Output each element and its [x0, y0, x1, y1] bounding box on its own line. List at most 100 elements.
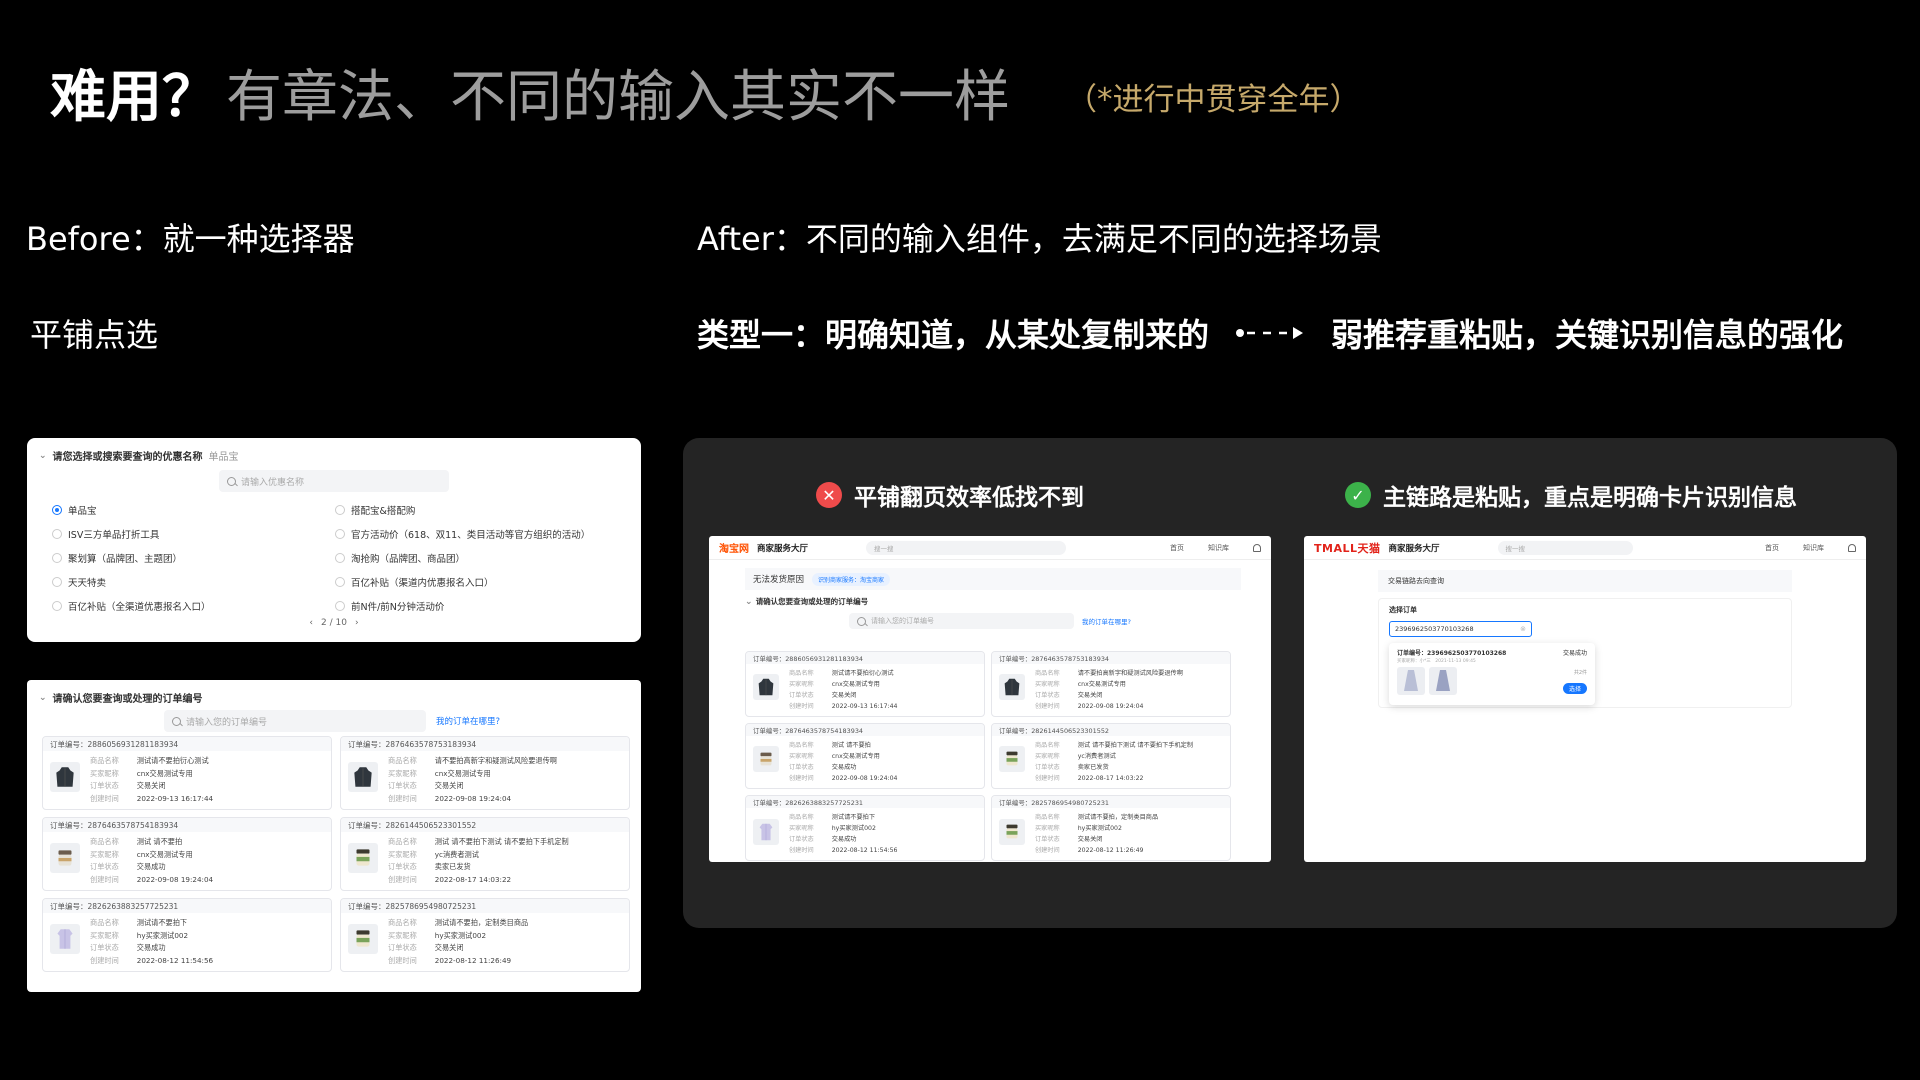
taobao-scene-tag: 识别商家服务：淘宝商家	[812, 572, 891, 586]
field-value: 卖家已发货	[1077, 764, 1109, 772]
nav-knowledge[interactable]: 知识库	[1803, 543, 1824, 553]
order-card[interactable]: 订单编号：2886056931281183934 商品名称 测试请不要拍衍心测试 买家…	[745, 651, 985, 718]
promo-option-list: 单品宝 搭配宝&搭配购 ISV三方单品打折工具 官方活动价（618、双11、类目…	[52, 502, 590, 613]
slide-title: 难用？ 有章法、不同的输入其实不一样 （*进行中贯穿全年）	[50, 52, 1361, 132]
tmall-order-input[interactable]: 2396962503770103268 ⊗	[1389, 621, 1532, 637]
field-value: 2022-08-12 11:26:49	[434, 955, 512, 965]
taobao-scene-title: 无法发货原因	[753, 575, 805, 585]
tmall-top-search[interactable]: 搜一搜	[1497, 540, 1633, 555]
order-card[interactable]: 订单编号：2876463578753183934 商品名称 请不要拍高新字和疑测试风…	[991, 651, 1231, 718]
field-label: 订单状态	[1035, 764, 1060, 772]
promo-option[interactable]: 官方活动价（618、双11、类目活动等官方组织的活动）	[335, 526, 590, 541]
field-label: 订单状态	[90, 781, 119, 790]
tmall-card-actions: 共2件 选择	[1562, 669, 1587, 695]
field-label: 订单状态	[90, 862, 119, 871]
field-value: yc消费者测试	[1077, 753, 1116, 761]
order-card[interactable]: 订单编号：2876463578753183934 商品名称 请不要拍高新字和疑测试风…	[340, 736, 630, 810]
field-value: 2022-09-08 19:24:04	[831, 775, 898, 783]
taobao-help-link[interactable]: 我的订单在哪里?	[1082, 616, 1131, 626]
order-id: 订单编号：2825786954980725231	[341, 899, 629, 913]
close-icon: ✕	[816, 482, 842, 508]
promo-option[interactable]: 前N件/前N分钟活动价	[335, 598, 585, 613]
promo-option[interactable]: 百亿补贴（渠道内优惠报名入口）	[335, 574, 585, 589]
field-label: 创建时间	[388, 793, 417, 803]
option-label: 百亿补贴（全渠道优惠报名入口）	[68, 601, 211, 613]
order-card[interactable]: 订单编号：2825786954980725231 商品名称 测试请不要拍，定制类目商…	[991, 795, 1231, 862]
order-search-placeholder: 请输入您的订单编号	[186, 717, 268, 728]
promo-option[interactable]: 淘抢购（品牌团、商品团）	[335, 550, 585, 565]
top-search-placeholder: 搜一搜	[1505, 544, 1526, 553]
option-label: 聚划算（品牌团、主题团）	[68, 553, 183, 565]
promo-option[interactable]: ISV三方单品打折工具	[52, 526, 335, 541]
tmall-card-id: 订单编号：2396962503770103268	[1397, 650, 1507, 657]
nav-knowledge[interactable]: 知识库	[1208, 543, 1229, 553]
order-card[interactable]: 订单编号：2826263883257725231 商品名称 测试请不要拍下 买家昵称 h…	[42, 898, 332, 972]
tmall-card-status: 交易成功	[1562, 650, 1587, 657]
field-label: 商品名称	[90, 837, 119, 846]
field-label: 创建时间	[789, 847, 814, 855]
order-help-link[interactable]: 我的订单在哪里?	[436, 715, 500, 727]
check-icon: ✓	[1345, 482, 1371, 508]
chevron-down-icon: ⌄	[39, 692, 47, 703]
taobao-order-search[interactable]: 请输入您的订单编号	[849, 613, 1074, 629]
chevron-right-icon[interactable]: ›	[355, 618, 359, 628]
field-value: cnx交易测试专用	[831, 753, 880, 761]
product-thumbnail	[753, 674, 779, 701]
field-value: yc消费者测试	[434, 849, 479, 859]
field-value: 2022-08-17 14:03:22	[434, 874, 512, 884]
field-label: 买家昵称	[388, 768, 417, 778]
tmall-card-meta: 买家昵称：小*三 2021-11-13 09:45	[1397, 659, 1476, 664]
order-fields: 商品名称 测试 请不要拍下测试 请不要拍下手机定制 买家昵称 yc消费者测试 订单状态 卖…	[1035, 741, 1193, 783]
clear-icon[interactable]: ⊗	[1520, 625, 1526, 633]
product-thumbnail	[50, 762, 80, 792]
field-label: 订单状态	[388, 943, 417, 952]
bell-icon[interactable]	[1848, 543, 1856, 552]
field-label: 创建时间	[90, 793, 119, 803]
tmall-logo: TMALL天猫	[1314, 541, 1381, 555]
promo-search-input[interactable]: 请输入优惠名称	[219, 470, 449, 492]
field-label: 商品名称	[789, 670, 814, 678]
order-card[interactable]: 订单编号：2876463578754183934 商品名称 测试 请不要拍 买家昵称 c…	[42, 817, 332, 891]
promo-option[interactable]: 天天特卖	[52, 574, 335, 589]
order-id: 订单编号：2876463578753183934	[992, 652, 1230, 665]
order-card[interactable]: 订单编号：2826144506523301552 商品名称 测试 请不要拍下测试 请…	[340, 817, 630, 891]
tmall-order-card[interactable]: 订单编号：2396962503770103268 交易成功 买家昵称：小*三 2…	[1389, 643, 1595, 705]
promo-option[interactable]: 聚划算（品牌团、主题团）	[52, 550, 335, 565]
order-id: 订单编号：2886056931281183934	[746, 652, 984, 665]
chevron-left-icon[interactable]: ‹	[309, 618, 313, 628]
order-search-input[interactable]: 请输入您的订单编号	[164, 710, 426, 732]
order-card[interactable]: 订单编号：2825786954980725231 商品名称 测试请不要拍，定制类目商…	[340, 898, 630, 972]
promo-section-header[interactable]: ⌄ 请您选择或搜索要查询的优惠名称 单品宝	[39, 448, 239, 464]
field-value: 测试请不要拍，定制类目商品	[1077, 814, 1159, 822]
order-fields: 商品名称 测试 请不要拍 买家昵称 cnx交易测试专用 订单状态 交易成功 创建时间 2022…	[90, 837, 213, 885]
order-card[interactable]: 订单编号：2826144506523301552 商品名称 测试 请不要拍下测试 请…	[991, 723, 1231, 790]
option-label: 搭配宝&搭配购	[351, 505, 416, 517]
field-value: 2022-09-08 19:24:04	[136, 874, 214, 884]
field-label: 订单状态	[789, 692, 814, 700]
promo-option[interactable]: 百亿补贴（全渠道优惠报名入口）	[52, 598, 335, 613]
taobao-topbar: 淘宝网 商家服务大厅 搜一搜 首页 知识库	[709, 536, 1271, 560]
select-order-button[interactable]: 选择	[1562, 683, 1587, 694]
field-value: hy买家测试002	[434, 930, 487, 940]
field-value: 请不要拍高新字和疑测试风险要退传啊	[434, 756, 557, 765]
nav-home[interactable]: 首页	[1170, 543, 1184, 553]
promo-option[interactable]: 单品宝	[52, 502, 335, 517]
field-value: 交易成功	[831, 836, 857, 844]
taobao-logo: 淘宝网	[719, 544, 749, 555]
taobao-top-search[interactable]: 搜一搜	[866, 540, 1067, 555]
order-id: 订单编号：2826263883257725231	[746, 796, 984, 809]
tmall-scene-title: 交易链路去向查询	[1388, 577, 1444, 585]
order-card[interactable]: 订单编号：2886056931281183934 商品名称 测试请不要拍衍心测试 买家…	[42, 736, 332, 810]
order-section-header[interactable]: ⌄ 请确认您要查询或处理的订单编号	[39, 690, 203, 706]
field-value: 请不要拍高新字和疑测试风险要退传啊	[1077, 670, 1183, 678]
nav-home[interactable]: 首页	[1765, 543, 1779, 553]
order-fields: 商品名称 测试 请不要拍下测试 请不要拍下手机定制 买家昵称 yc消费者测试 订单状态 卖…	[388, 837, 569, 885]
order-card[interactable]: 订单编号：2826263883257725231 商品名称 测试请不要拍下 买家昵称 h…	[745, 795, 985, 862]
field-value: cnx交易测试专用	[1077, 681, 1126, 689]
order-body: 商品名称 测试请不要拍下 买家昵称 hy买家测试002 订单状态 交易成功 创建时间 2022…	[43, 913, 331, 971]
order-card[interactable]: 订单编号：2876463578754183934 商品名称 测试 请不要拍 买家昵称 c…	[745, 723, 985, 790]
page-indicator: 2 / 10	[321, 618, 347, 628]
order-fields: 商品名称 测试请不要拍衍心测试 买家昵称 cnx交易测试专用 订单状态 交易关闭 创建时间 2…	[90, 756, 213, 804]
bell-icon[interactable]	[1253, 543, 1261, 552]
promo-option[interactable]: 搭配宝&搭配购	[335, 502, 585, 517]
